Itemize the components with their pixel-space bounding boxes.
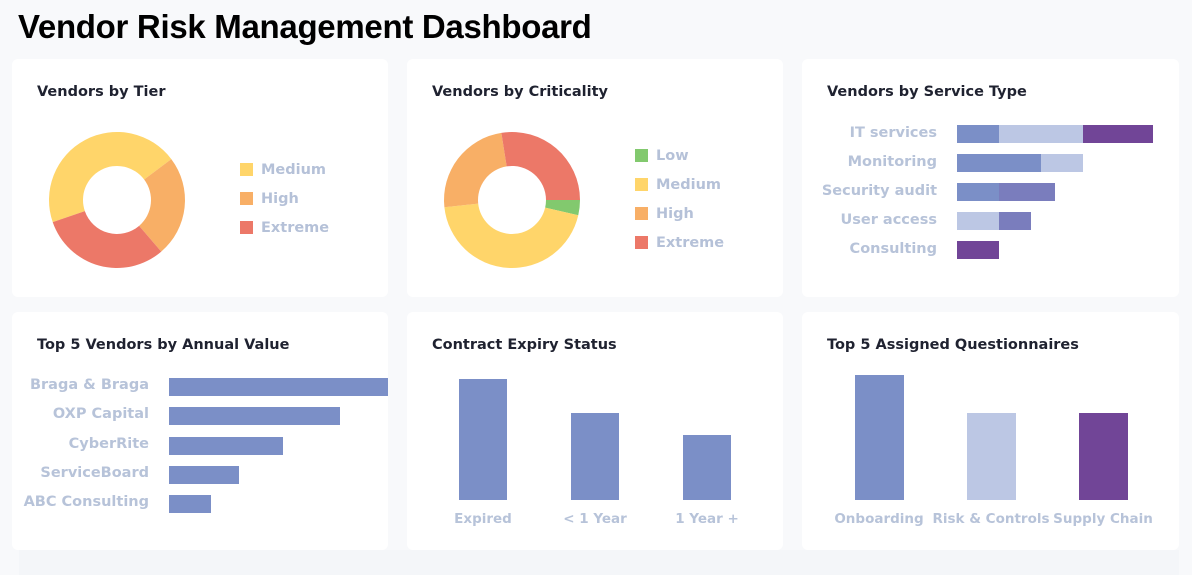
bar-segment-security-audit-2[interactable] [999,183,1055,201]
bar-risk-controls[interactable] [966,412,1016,500]
criticality-donut-chart [444,132,580,268]
bar-segment-monitoring-1[interactable] [957,154,1041,172]
contract-expiry-bar-chart: Expired < 1 Year 1 Year + [407,312,783,550]
bar-1-year[interactable] [683,434,731,500]
card-vendors-by-criticality: Vendors by Criticality Low Medium High Extr… [407,59,783,297]
bar-1-year[interactable] [571,412,619,500]
bar-segment-user-access-2[interactable] [999,212,1032,230]
legend-item-high[interactable]: High [635,199,724,228]
category-label: Security audit [821,183,937,199]
criticality-legend: Low Medium High Extreme [635,141,724,257]
bar-segment-it-services-1[interactable] [957,125,999,143]
bar-expired[interactable] [459,379,507,500]
category-label: IT services [849,125,937,141]
x-axis-label: Supply Chain [1053,511,1153,527]
donut-slice-high[interactable] [444,132,507,208]
card-top-assigned-questionnaires: Top 5 Assigned Questionnaires Onboarding… [802,312,1179,550]
category-label: Consulting [849,241,937,257]
bar-abc-consulting[interactable] [169,495,211,514]
card-contract-expiry-status: Contract Expiry Status Expired < 1 Year 1 … [407,312,783,550]
vendor-label: Braga & Braga [29,377,149,393]
vendor-label: ServiceBoard [40,464,149,481]
x-axis-label: Risk & Controls [932,511,1050,527]
legend-item-extreme[interactable]: Extreme [635,228,724,257]
legend-swatch [635,236,648,249]
card-vendors-by-service-type: Vendors by Service Type IT services Monit… [802,59,1179,297]
legend-swatch [635,207,648,220]
bar-braga-braga[interactable] [169,378,388,396]
legend-item-medium[interactable]: Medium [240,155,329,184]
bar-segment-it-services-3[interactable] [1083,125,1153,143]
bar-segment-it-services-2[interactable] [999,125,1083,143]
x-axis-label: Onboarding [834,511,924,527]
annual-value-bar-chart: Braga & Braga OXP Capital CyberRite Service… [12,312,388,550]
donut-slice-medium[interactable] [444,203,579,268]
bar-oxp-capital[interactable] [169,407,340,426]
legend-swatch [635,149,648,162]
bar-segment-security-audit-1[interactable] [957,183,999,201]
x-axis-label: Expired [454,511,512,527]
tier-legend: Medium High Extreme [240,155,329,242]
service-type-bar-chart: IT services Monitoring Security audit User … [802,59,1179,297]
card-top-vendors-annual-value: Top 5 Vendors by Annual Value Braga & Br… [12,312,388,550]
bottom-panel-edge [19,550,1179,575]
bar-onboarding[interactable] [854,375,904,500]
legend-item-low[interactable]: Low [635,141,724,170]
bar-serviceboard[interactable] [169,465,240,484]
bar-cyberrite[interactable] [169,436,283,455]
legend-swatch [240,221,253,234]
vendor-label: CyberRite [68,435,149,452]
bar-segment-monitoring-2[interactable] [1041,154,1083,172]
legend-item-extreme[interactable]: Extreme [240,213,329,242]
legend-swatch [635,178,648,191]
bar-segment-user-access-1[interactable] [957,212,999,230]
category-label: User access [840,212,937,228]
legend-label: High [261,190,299,207]
legend-label: Medium [261,161,327,178]
category-label: Monitoring [847,154,937,170]
legend-swatch [240,192,253,205]
bar-supply-chain[interactable] [1078,412,1128,500]
legend-item-high[interactable]: High [240,184,329,213]
legend-label: High [656,205,694,222]
questionnaires-bar-chart: Onboarding Risk & Controls Supply Chain [802,312,1179,550]
page-title: Vendor Risk Management Dashboard [18,8,592,45]
vendor-label: OXP Capital [52,406,149,423]
vendor-label: ABC Consulting [23,494,149,511]
legend-label: Extreme [656,234,725,251]
legend-label: Medium [656,176,722,193]
legend-swatch [240,163,253,176]
donut-slice-extreme[interactable] [501,132,580,200]
x-axis-label: < 1 Year [563,511,627,527]
card-vendors-by-tier: Vendors by Tier Medium High Extreme [12,59,388,297]
legend-item-medium[interactable]: Medium [635,170,724,199]
legend-label: Extreme [261,219,330,236]
legend-label: Low [656,147,689,164]
bar-segment-consulting-1[interactable] [957,241,999,259]
tier-donut-chart [48,132,185,268]
x-axis-label: 1 Year + [675,511,739,527]
